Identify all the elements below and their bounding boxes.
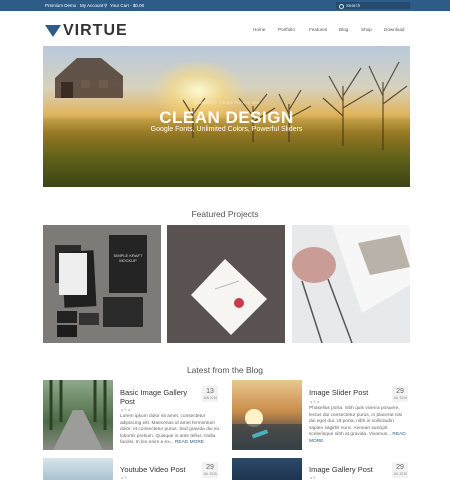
search-input[interactable]: Search: [336, 2, 410, 9]
nav-portfolio[interactable]: Portfolio: [278, 27, 295, 32]
post-thumbnail[interactable]: [43, 380, 113, 450]
nav-blog[interactable]: Blog: [339, 27, 348, 32]
post-meta-icons: ● ✎ ●: [121, 408, 131, 412]
nav-home[interactable]: Home: [253, 27, 265, 32]
top-bar: Premium Demo My Account ⚲ Your Cart - $0…: [0, 0, 450, 11]
post-title[interactable]: Youtube Video Post: [120, 465, 200, 474]
hero-kicker: Responsive Theme For Any Site: [193, 100, 260, 105]
post-meta-icons: ● ✎: [121, 476, 128, 480]
hero-slider[interactable]: Responsive Theme For Any Site CLEAN DESI…: [43, 46, 410, 187]
post-date-badge: 29 JUL 2015: [392, 462, 408, 478]
cart-link[interactable]: Your Cart - $0.00: [110, 0, 144, 11]
featured-projects-heading: Featured Projects: [191, 209, 259, 219]
read-more-link[interactable]: READ MORE: [175, 440, 204, 445]
search-icon: [339, 3, 344, 9]
post-title[interactable]: Image Slider Post: [309, 388, 385, 397]
cart-icon: ⚲: [104, 3, 108, 8]
post-excerpt: Phasellus porta, nibh quis viverra posue…: [309, 406, 406, 444]
post-title[interactable]: Image Gallery Post: [309, 465, 389, 474]
blog-heading: Latest from the Blog: [186, 365, 264, 375]
post-meta-icons: ● ✎: [310, 476, 317, 480]
logo-triangle-icon: [45, 25, 61, 37]
project-card-desk[interactable]: [292, 225, 410, 343]
nav-download[interactable]: Download: [384, 27, 404, 32]
hero-title: CLEAN DESIGN: [159, 108, 294, 127]
post-thumbnail[interactable]: [232, 380, 302, 450]
post-meta-icons: ● ✎ ●: [310, 400, 320, 404]
nav-features[interactable]: Features: [309, 27, 327, 32]
post-date-badge: 29 JUL 2015: [392, 386, 408, 402]
nav-shop[interactable]: Shop: [361, 27, 372, 32]
my-account-link[interactable]: My Account: [80, 0, 103, 11]
project-card-letter[interactable]: [167, 225, 285, 343]
post-date-badge: 13 JAN 2016: [202, 386, 218, 402]
post-thumbnail[interactable]: [43, 458, 113, 480]
project-card-stationery[interactable]: SIMPLE KRAFT MOCKUP: [43, 225, 161, 343]
post-title[interactable]: Basic Image Gallery Post: [120, 388, 196, 406]
hero-subtitle: Google Fonts, Unlimited Colors, Powerful…: [150, 126, 303, 133]
logo-text: VIRTUE: [63, 22, 128, 39]
mockup-label: SIMPLE KRAFT MOCKUP: [113, 253, 143, 263]
post-excerpt: Lorem ipsum dolor sit amet, consectetur …: [120, 414, 220, 445]
post-date-badge: 29 JUL 2015: [202, 462, 218, 478]
post-thumbnail[interactable]: [232, 458, 302, 480]
premium-demo-link[interactable]: Premium Demo: [45, 0, 76, 11]
